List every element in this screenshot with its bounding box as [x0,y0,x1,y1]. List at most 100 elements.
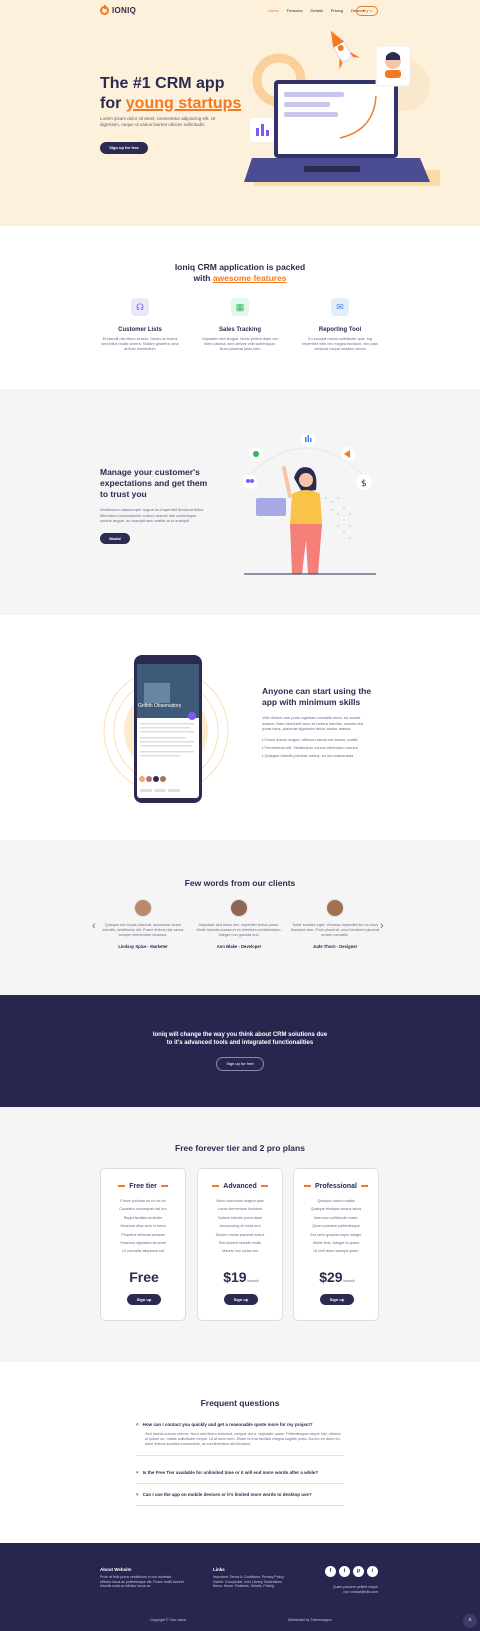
footer-about-title: About Website [100,1567,132,1572]
pricing-card-advanced: Advanced Nunc commodo magna quis Lacus f… [197,1168,283,1321]
plan-feature: Curabitur consequat nisl bro [119,1207,167,1212]
carousel-next-icon[interactable]: › [380,920,384,932]
feature-title: Customer Lists [118,327,162,333]
plan-feature: Quisque rutrum mattis [317,1199,355,1203]
divider [136,1483,344,1484]
brand-logo[interactable]: IONIQ [100,5,137,15]
faq-item-expanded[interactable]: ˄ How can I contact you quickly and get a… [136,1422,344,1456]
cta-text-line1: Ioniq will change the way you think abou… [152,1032,328,1038]
phone-screen-title: Griffith Observatory [138,703,182,709]
navbar: IONIQ Home Features Details Pricing Demo… [0,0,480,24]
manage-description: Vestibulum ullamcorper augue eu imperdie… [100,507,204,523]
manage-title: Manage your customer's expectations and … [100,467,208,499]
footer-links: Important: Terms & Conditions, Privacy P… [213,1575,309,1589]
plan-signup-button[interactable]: Sign up [127,1294,161,1305]
plan-features: Nunc commodo magna quis Lacus fermentum … [198,1197,282,1256]
plan-feature: Ut velit diam suscipit quam [313,1249,359,1254]
faq-item[interactable]: ˅ Can I use the app on mobile devices or … [136,1492,344,1506]
nav-item-pricing[interactable]: Pricing [331,8,343,13]
nav-item-details[interactable]: Details [310,8,322,13]
testimonials-title: Few words from our clients [184,878,296,888]
feature-text: Vulputate nibh feugiat. Morbi pellent di… [201,337,279,351]
skills-title: Anyone can start using the app with mini… [262,686,372,707]
faq-answer: Sed lacinia cursus viverra. Nunc sed lib… [145,1432,341,1446]
hero-description: Lorem ipsum dolor sit amet, consectetur … [100,116,216,127]
plan-feature: Pharetra vehicula ornares [121,1232,165,1237]
twitter-icon[interactable]: t [339,1566,350,1577]
hero-signup-button[interactable]: Sign up for free [100,142,148,154]
brand-name: IONIQ [112,6,137,15]
plan-signup-button[interactable]: Sign up [224,1294,258,1305]
modal-button[interactable]: Modal [100,533,130,544]
feature-reporting-tool: ✉ Reporting Tool Eu suscipit metus solli… [300,298,380,352]
footer-contact-email[interactable]: non contact@site.com [318,1590,378,1595]
testimonial-name: Ann Blake - Developer [216,944,262,949]
main-menu: Home Features Details Pricing Demo ▾ [268,8,365,13]
plan-price: $19/month [198,1269,284,1285]
plan-price: $29/month [294,1269,380,1285]
nav-item-features[interactable]: Features [287,8,303,13]
pricing-card-free: Free tier Fusce pulvinar eu mi ac mi Cur… [100,1168,186,1321]
plan-feature: Vivamus vitae sem in tortor [120,1224,166,1229]
features-title: Ioniq CRM application is packed with awe… [0,262,480,284]
footer-links-title: Links [213,1567,225,1572]
plan-feature: Est nerci gravida turpis integer [310,1232,362,1237]
footer-link-line[interactable]: Menu: Home, Features, Details, Pricing [213,1584,309,1589]
faq-question[interactable]: ˅ Is the Free Tier available for unlimite… [136,1470,344,1475]
plan-features: Quisque rutrum mattis Quisque tristique … [294,1197,378,1256]
plan-feature: Quam posuere pellentesque [312,1224,360,1229]
divider [136,1505,344,1506]
pinterest-icon[interactable]: p [353,1566,364,1577]
faq-item[interactable]: ˅ Is the Free Tier available for unlimite… [136,1470,344,1484]
carousel-prev-icon[interactable]: ‹ [92,920,96,932]
chevron-up-icon: ˄ [136,1422,139,1427]
plan-feature: Reget facilisis molestie [123,1215,163,1220]
plan-signup-button[interactable]: Sign up [320,1294,354,1305]
pricing-card-professional: Professional Quisque rutrum mattis Quisq… [293,1168,379,1321]
testimonial-card: Quisque nec turpis placerat, accumsan lo… [98,899,188,949]
skills-bullet-list: Fusce ipsum augue, ultrices rutrum vel a… [262,736,380,760]
cta-text: Ioniq will change the way you think abou… [0,1031,480,1047]
testimonial-name: Lindsay Spice - Marketer [118,944,168,949]
faq-question[interactable]: ˄ How can I contact you quickly and get a… [136,1422,344,1427]
plan-price-value: $29 [319,1269,343,1285]
woman-with-laptop-illustration: $ [243,433,376,575]
phone-illustration [103,655,229,803]
footer-contact: Quam posuere pellent neque non contact@s… [318,1585,378,1594]
power-icon [100,5,109,15]
skills-bullet: Quisque blandit pulvinar metus, eu leo m… [262,752,380,760]
chevron-down-icon: ˅ [136,1470,139,1475]
scroll-to-top-icon[interactable]: ˄ [463,1614,477,1628]
facebook-icon[interactable]: f [325,1566,336,1577]
plan-feature: Fusce pulvinar eu mi ac mi [120,1199,166,1203]
plan-feature: Interdum sollicitudin maec [314,1215,358,1220]
nav-item-home[interactable]: Home [268,8,279,13]
plan-features: Fusce pulvinar eu mi ac mi Curabitur con… [101,1197,185,1256]
plan-feature: Lacus fermentum tincidunt [217,1207,263,1212]
feature-title: Reporting Tool [318,327,362,333]
avatar [326,899,344,917]
footer-about-text: Proin at fello purus vestibulum in orci … [100,1575,184,1588]
plan-feature: Vivamus dignissim sit amet [120,1241,166,1246]
features-title-line2: with awesome features [0,273,480,284]
cta-signup-button[interactable]: Sign up for free [216,1057,264,1071]
divider [136,1455,344,1456]
instagram-icon[interactable]: i [367,1566,378,1577]
plan-price-period: /month [246,1278,259,1283]
login-button[interactable]: Log in [356,6,378,16]
faq-question[interactable]: ˅ Can I use the app on mobile devices or … [136,1492,344,1497]
plan-feature: Nullam lobortis porta diam [217,1215,263,1220]
faq-question-text: Can I use the app on mobile devices or i… [142,1492,312,1497]
plan-feature: Mauris non luctus est [222,1249,258,1254]
faq-question-text: Is the Free Tier available for unlimited… [142,1470,319,1475]
hero-title: The #1 CRM app for young startups [100,74,241,114]
feature-sales-tracking: ▦ Sales Tracking Vulputate nibh feugiat.… [200,298,280,352]
plan-feature: Nunc commodo magna quis [216,1199,264,1203]
distributed-by-text[interactable]: Distributed by Themewagon [288,1618,332,1623]
plan-price-value: $19 [223,1269,247,1285]
features-title-accent: awesome features [212,273,287,283]
avatar [230,899,248,917]
feature-text: Et blandit nisl libero at arcu. Donec ac… [101,337,179,351]
plan-feature: Quisque tristique cursus lacus [310,1207,362,1212]
plan-feature: Sed laoreet blandit mollis [218,1241,262,1246]
